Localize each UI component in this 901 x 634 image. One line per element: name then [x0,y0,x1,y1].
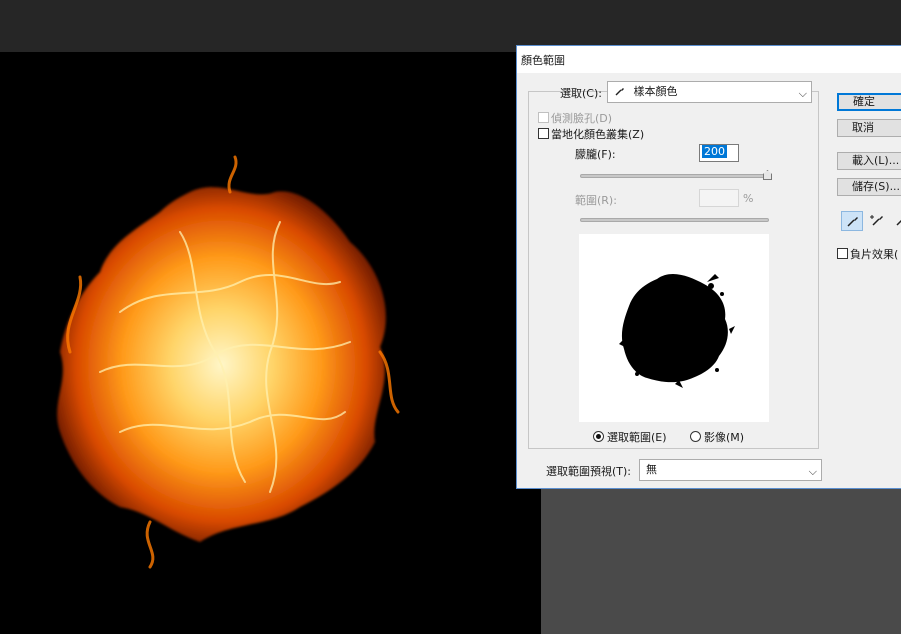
dialog-titlebar[interactable]: 顏色範圍 [517,46,901,73]
dialog-title: 顏色範圍 [521,54,565,67]
localized-clusters-checkbox[interactable] [538,128,549,139]
eyedropper-minus-tool[interactable] [891,211,901,231]
view-selection-radio[interactable] [593,431,604,442]
invert-checkbox[interactable] [837,248,848,259]
fuzziness-label: 朦朧(F): [575,148,616,161]
select-value: 樣本顏色 [633,85,678,98]
select-dropdown[interactable]: 樣本顏色 ⌵ [607,81,812,103]
document-canvas[interactable] [0,52,541,634]
chevron-down-icon: ⌵ [808,465,817,478]
view-selection-label: 選取範圍(E) [607,431,667,444]
eyedropper-tool[interactable] [841,211,863,231]
view-image-radio[interactable] [690,431,701,442]
view-image-label: 影像(M) [704,431,745,444]
localized-clusters-label: 當地化顏色叢集(Z) [551,128,645,141]
range-input[interactable] [699,189,739,207]
eyedropper-plus-icon [870,215,883,226]
fuzziness-input[interactable]: 200 [699,144,739,162]
invert-label: 負片效果( [850,248,899,261]
select-label: 選取(C): [560,87,602,100]
fuzziness-slider-track[interactable] [580,174,772,178]
ok-button[interactable]: 確定 [837,93,901,111]
detect-faces-label: 偵測臉孔(D) [551,112,613,125]
color-range-dialog: 顏色範圍 選取(C): 樣本顏色 ⌵ 偵測臉孔(D) 當地化顏色叢集(Z) 朦朧… [516,45,901,489]
load-button[interactable]: 載入(L)... [837,152,901,170]
preview-mode-label: 選取範圍預視(T): [546,465,632,478]
radio-selected-dot [596,434,601,439]
range-label: 範圍(R): [575,194,617,207]
eyedropper-minus-icon [896,219,901,226]
fireball-image [57,155,400,569]
fuzziness-value: 200 [702,145,727,158]
detect-faces-checkbox[interactable] [538,112,549,123]
selection-mask-image [619,274,735,388]
cancel-button[interactable]: 取消 [837,119,901,137]
workspace-background [541,489,901,634]
preview-mode-value: 無 [646,463,657,476]
range-unit: % [743,192,754,205]
eyedropper-icon [614,85,630,98]
preview-mode-dropdown[interactable]: 無 ⌵ [639,459,822,481]
eyedropper-plus-tool[interactable] [867,211,889,231]
range-slider-track[interactable] [580,218,769,222]
save-button[interactable]: 儲存(S)... [837,178,901,196]
selection-preview[interactable] [579,234,769,422]
chevron-down-icon: ⌵ [798,87,807,100]
eyedropper-icon [847,217,858,227]
